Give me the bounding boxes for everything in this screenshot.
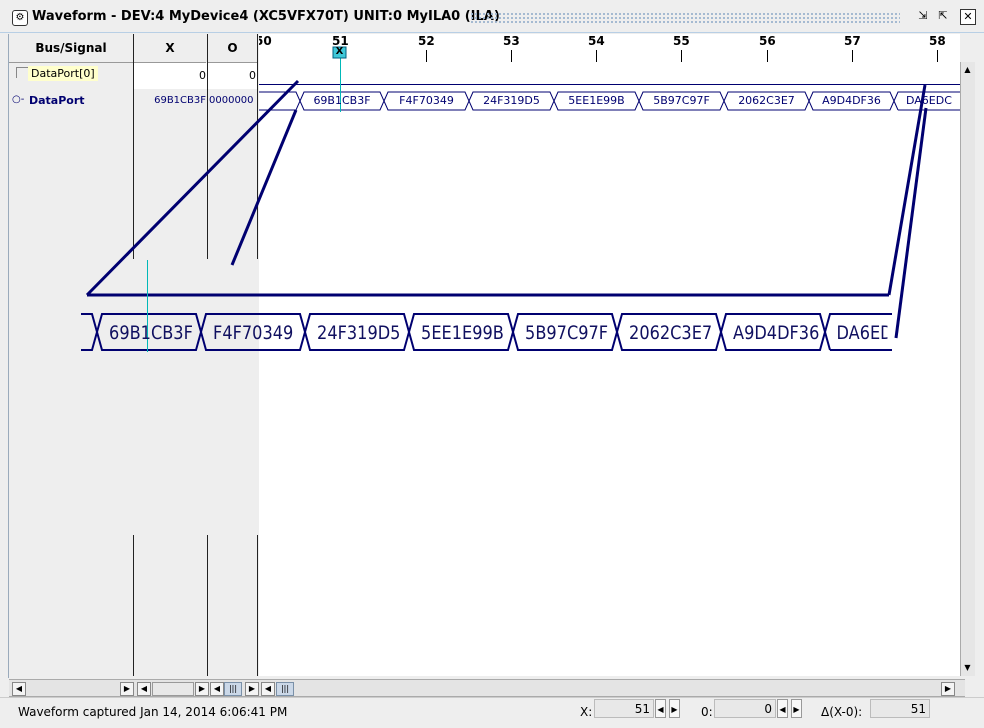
bus-value: 2062C3E7 xyxy=(738,94,795,107)
zoom-bus-value: 5EE1E99B xyxy=(421,322,504,344)
x-cursor-label: X: xyxy=(580,705,593,719)
scroll-thumb-grip-icon[interactable]: ||| xyxy=(224,682,242,696)
scroll-left-icon[interactable]: ◀ xyxy=(210,682,224,696)
bus-value: 5B97C97F xyxy=(653,94,710,107)
scroll-left-icon[interactable]: ◀ xyxy=(137,682,151,696)
scroll-right-icon[interactable]: ▶ xyxy=(245,682,259,696)
scroll-down-icon[interactable]: ▼ xyxy=(962,662,973,673)
x-decrement-icon[interactable]: ◀ xyxy=(655,699,666,718)
zoom-bus-value: 2062C3E7 xyxy=(629,322,713,344)
zoom-bus-value: F4F70349 xyxy=(213,322,294,344)
scroll-track[interactable] xyxy=(152,682,194,696)
zoom-bus-value: 5B97C97F xyxy=(525,322,609,344)
ruler-ticks xyxy=(340,50,938,62)
cursor-x-label[interactable]: X xyxy=(333,46,346,58)
bus-value: 24F319D5 xyxy=(483,94,540,107)
vertical-scrollbar[interactable] xyxy=(960,62,975,676)
scroll-right-icon[interactable]: ▶ xyxy=(120,682,134,696)
bus-value: A9D4DF36 xyxy=(822,94,881,107)
status-message: Waveform captured Jan 14, 2014 6:06:41 P… xyxy=(18,705,288,719)
zoom-bus-value: DA6ED xyxy=(836,322,888,344)
o-increment-icon[interactable]: ▶ xyxy=(791,699,802,718)
scroll-left-icon[interactable]: ◀ xyxy=(12,682,26,696)
x-cursor-field[interactable]: 51 xyxy=(594,699,654,718)
x-increment-icon[interactable]: ▶ xyxy=(669,699,680,718)
bus-value: DA6EDC xyxy=(906,94,952,107)
scroll-thumb-grip-icon[interactable]: ||| xyxy=(276,682,294,696)
delta-label: Δ(X-0): xyxy=(821,705,863,719)
o-cursor-field[interactable]: 0 xyxy=(714,699,776,718)
scroll-right-icon[interactable]: ▶ xyxy=(195,682,209,696)
bus-value: 5EE1E99B xyxy=(568,94,625,107)
zoom-bus-value: 69B1CB3F xyxy=(109,322,193,344)
zoom-bus-value: 24F319D5 xyxy=(317,322,401,344)
scroll-right-icon[interactable]: ▶ xyxy=(941,682,955,696)
delta-value-field: 51 xyxy=(870,699,930,718)
o-cursor-label: 0: xyxy=(701,705,713,719)
scroll-left-icon[interactable]: ◀ xyxy=(261,682,275,696)
zoom-bus-value: A9D4DF36 xyxy=(733,322,820,344)
bus-value: F4F70349 xyxy=(399,94,454,107)
bus-value: 69B1CB3F xyxy=(313,94,371,107)
o-decrement-icon[interactable]: ◀ xyxy=(777,699,788,718)
scroll-up-icon[interactable]: ▲ xyxy=(962,64,973,75)
zoom-callout-lines xyxy=(85,79,928,339)
